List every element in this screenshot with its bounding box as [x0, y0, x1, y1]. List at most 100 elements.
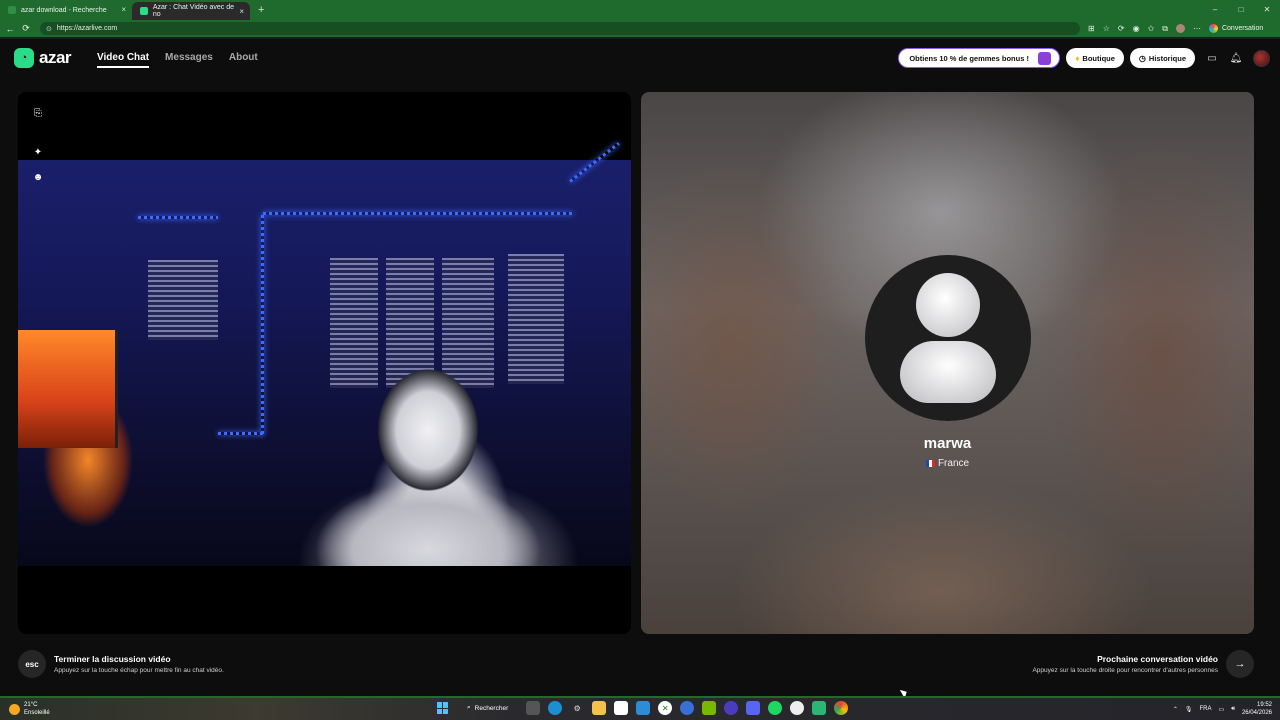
- my-camera-panel: ⎘ ✦ ☻: [18, 92, 631, 634]
- chrome-icon[interactable]: [834, 701, 849, 715]
- main-nav: Video Chat Messages About: [97, 52, 258, 68]
- favorite-star-icon[interactable]: ☆: [1103, 24, 1110, 33]
- next-chat-subtitle: Appuyez sur la touche droite pour rencon…: [1032, 667, 1218, 674]
- weather-condition: Ensoleillé: [24, 710, 50, 716]
- taskbar-search-label: Rechercher: [474, 704, 509, 712]
- user-avatar[interactable]: [1253, 49, 1270, 67]
- france-flag-icon: [925, 460, 935, 467]
- obs-icon[interactable]: [724, 701, 739, 715]
- shop-button[interactable]: ♦ Boutique: [1066, 48, 1124, 68]
- photos-app-icon[interactable]: [636, 701, 651, 715]
- task-view-icon[interactable]: [526, 701, 541, 715]
- copilot-icon: [1208, 24, 1218, 33]
- address-bar-row: ← ⟳ ⊙ https://azarlive.com ⊞ ☆ ⟳ ◉ ✩ ⧉ ⋯…: [0, 20, 1280, 39]
- taskbar-search[interactable]: ⌕ Rechercher: [457, 704, 508, 712]
- refresh-extension-icon[interactable]: ⟳: [1118, 24, 1125, 33]
- camera-switch-icon[interactable]: ⎘: [32, 107, 44, 119]
- back-button[interactable]: ←: [2, 24, 18, 34]
- extension-icon[interactable]: ◉: [1133, 24, 1140, 33]
- esc-button[interactable]: esc: [18, 650, 46, 678]
- file-explorer-icon[interactable]: [592, 701, 607, 715]
- more-options-icon[interactable]: ⋯: [1193, 24, 1201, 33]
- weather-widget[interactable]: 21°C Ensoleillé: [9, 701, 50, 717]
- language-indicator[interactable]: FRA: [1200, 706, 1212, 712]
- tab-azar-chat[interactable]: Azar : Chat Vidéo avec de no ×: [132, 2, 250, 20]
- favorites-icon[interactable]: ✩: [1148, 24, 1155, 33]
- clock-time: 19:52: [1256, 702, 1272, 708]
- peer-country: France: [641, 458, 1254, 469]
- nav-about[interactable]: About: [229, 52, 258, 68]
- windows-start-icon[interactable]: [437, 702, 449, 714]
- browser-tab-bar: azar download - Recherche × Azar : Chat …: [0, 0, 1280, 20]
- volume-icon[interactable]: 🔊︎: [1231, 706, 1235, 713]
- new-tab-button[interactable]: +: [258, 4, 264, 16]
- spotify-icon[interactable]: [768, 701, 783, 715]
- peer-country-label: France: [937, 458, 970, 469]
- history-button[interactable]: ◷ Historique: [1129, 48, 1195, 68]
- next-chat-text: Prochaine conversation vidéo Appuyez sur…: [1032, 654, 1218, 674]
- tray-chevron-icon[interactable]: ⌃: [1173, 706, 1178, 713]
- collections-icon[interactable]: ⧉: [1162, 24, 1168, 34]
- header-actions: Obtiens 10 % de gemmes bonus ! ♦ Boutiqu…: [898, 48, 1270, 68]
- clock[interactable]: 19:52 26/04/2026: [1242, 701, 1272, 717]
- gem-icon: ♦: [1075, 53, 1080, 63]
- calendar-app-icon[interactable]: [614, 701, 629, 715]
- whatsapp-icon[interactable]: [812, 701, 827, 715]
- profile-icon[interactable]: [1175, 24, 1185, 33]
- windows-taskbar: 21°C Ensoleillé ⌕ Rechercher ⚙ ✕ ⌃ 🎙︎ FR…: [0, 696, 1280, 720]
- led-strip: [263, 212, 573, 215]
- discord-icon[interactable]: [746, 701, 761, 715]
- next-arrow-button[interactable]: →: [1226, 650, 1254, 678]
- app-icon-blue[interactable]: [680, 701, 695, 715]
- default-avatar-head-icon: [916, 273, 980, 337]
- tab-azar-download[interactable]: azar download - Recherche ×: [0, 0, 132, 20]
- display-icon[interactable]: ▭: [1219, 706, 1225, 713]
- history-icon: ◷: [1138, 53, 1146, 63]
- default-avatar-body-icon: [900, 341, 996, 403]
- window-shutter: [148, 260, 218, 340]
- azar-logo-icon: ◔: [14, 48, 34, 68]
- conversation-label: Conversation: [1221, 25, 1264, 32]
- site-info-icon[interactable]: ⊙: [46, 25, 52, 33]
- close-tab-icon[interactable]: ×: [239, 7, 244, 16]
- edge-browser-icon[interactable]: [548, 701, 563, 715]
- bell-icon[interactable]: 🔔︎: [1229, 51, 1243, 65]
- search-icon: ⌕: [467, 704, 471, 711]
- shop-label: Boutique: [1082, 53, 1115, 63]
- effects-wand-icon[interactable]: ✦: [32, 146, 44, 158]
- tab-label: Azar : Chat Vidéo avec de no: [152, 4, 235, 18]
- gems-promo-button[interactable]: Obtiens 10 % de gemmes bonus !: [898, 48, 1061, 68]
- logo-text: azar: [39, 48, 72, 67]
- peer-name: marwa: [923, 435, 972, 452]
- close-window-button[interactable]: ✕: [1254, 0, 1280, 20]
- reload-button[interactable]: ⟳: [18, 23, 34, 34]
- minimize-button[interactable]: –: [1202, 0, 1228, 20]
- led-strip: [569, 142, 620, 183]
- copilot-conversation-button[interactable]: Conversation: [1208, 24, 1264, 33]
- clock-date: 26/04/2026: [1241, 710, 1272, 716]
- end-chat-control: esc Terminer la discussion vidéo Appuyez…: [18, 650, 224, 678]
- maximize-button[interactable]: □: [1228, 0, 1254, 20]
- microphone-icon[interactable]: 🎙︎: [1185, 706, 1193, 713]
- app-header: ◔ azar Video Chat Messages About Obtiens…: [0, 41, 1280, 75]
- nav-video-chat[interactable]: Video Chat: [97, 52, 150, 68]
- end-chat-text: Terminer la discussion vidéo Appuyez sur…: [54, 654, 224, 674]
- tv-screen: [18, 330, 118, 448]
- led-strip: [138, 216, 218, 219]
- azar-logo[interactable]: ◔ azar: [14, 48, 72, 68]
- xbox-icon[interactable]: ✕: [658, 701, 673, 715]
- inbox-icon[interactable]: ▭: [1205, 51, 1219, 65]
- browser-toolbar-icons: ⊞ ☆ ⟳ ◉ ✩ ⧉ ⋯: [1088, 24, 1201, 34]
- sticker-icon[interactable]: ☻: [32, 171, 44, 183]
- nav-messages[interactable]: Messages: [165, 52, 213, 68]
- nvidia-icon[interactable]: [702, 701, 717, 715]
- close-tab-icon[interactable]: ×: [121, 5, 126, 14]
- search-favicon-icon: [8, 6, 16, 14]
- settings-app-icon[interactable]: ⚙: [570, 701, 584, 715]
- gems-promo-label: Obtiens 10 % de gemmes bonus !: [909, 53, 1029, 63]
- xbox-app-icon[interactable]: [790, 701, 805, 715]
- url-input[interactable]: ⊙ https://azarlive.com: [40, 22, 1080, 35]
- app-install-icon[interactable]: ⊞: [1088, 24, 1095, 33]
- end-chat-title: Terminer la discussion vidéo: [54, 654, 171, 664]
- system-tray: ⌃ 🎙︎ FRA ▭ 🔊︎ 19:52 26/04/2026: [1173, 701, 1272, 717]
